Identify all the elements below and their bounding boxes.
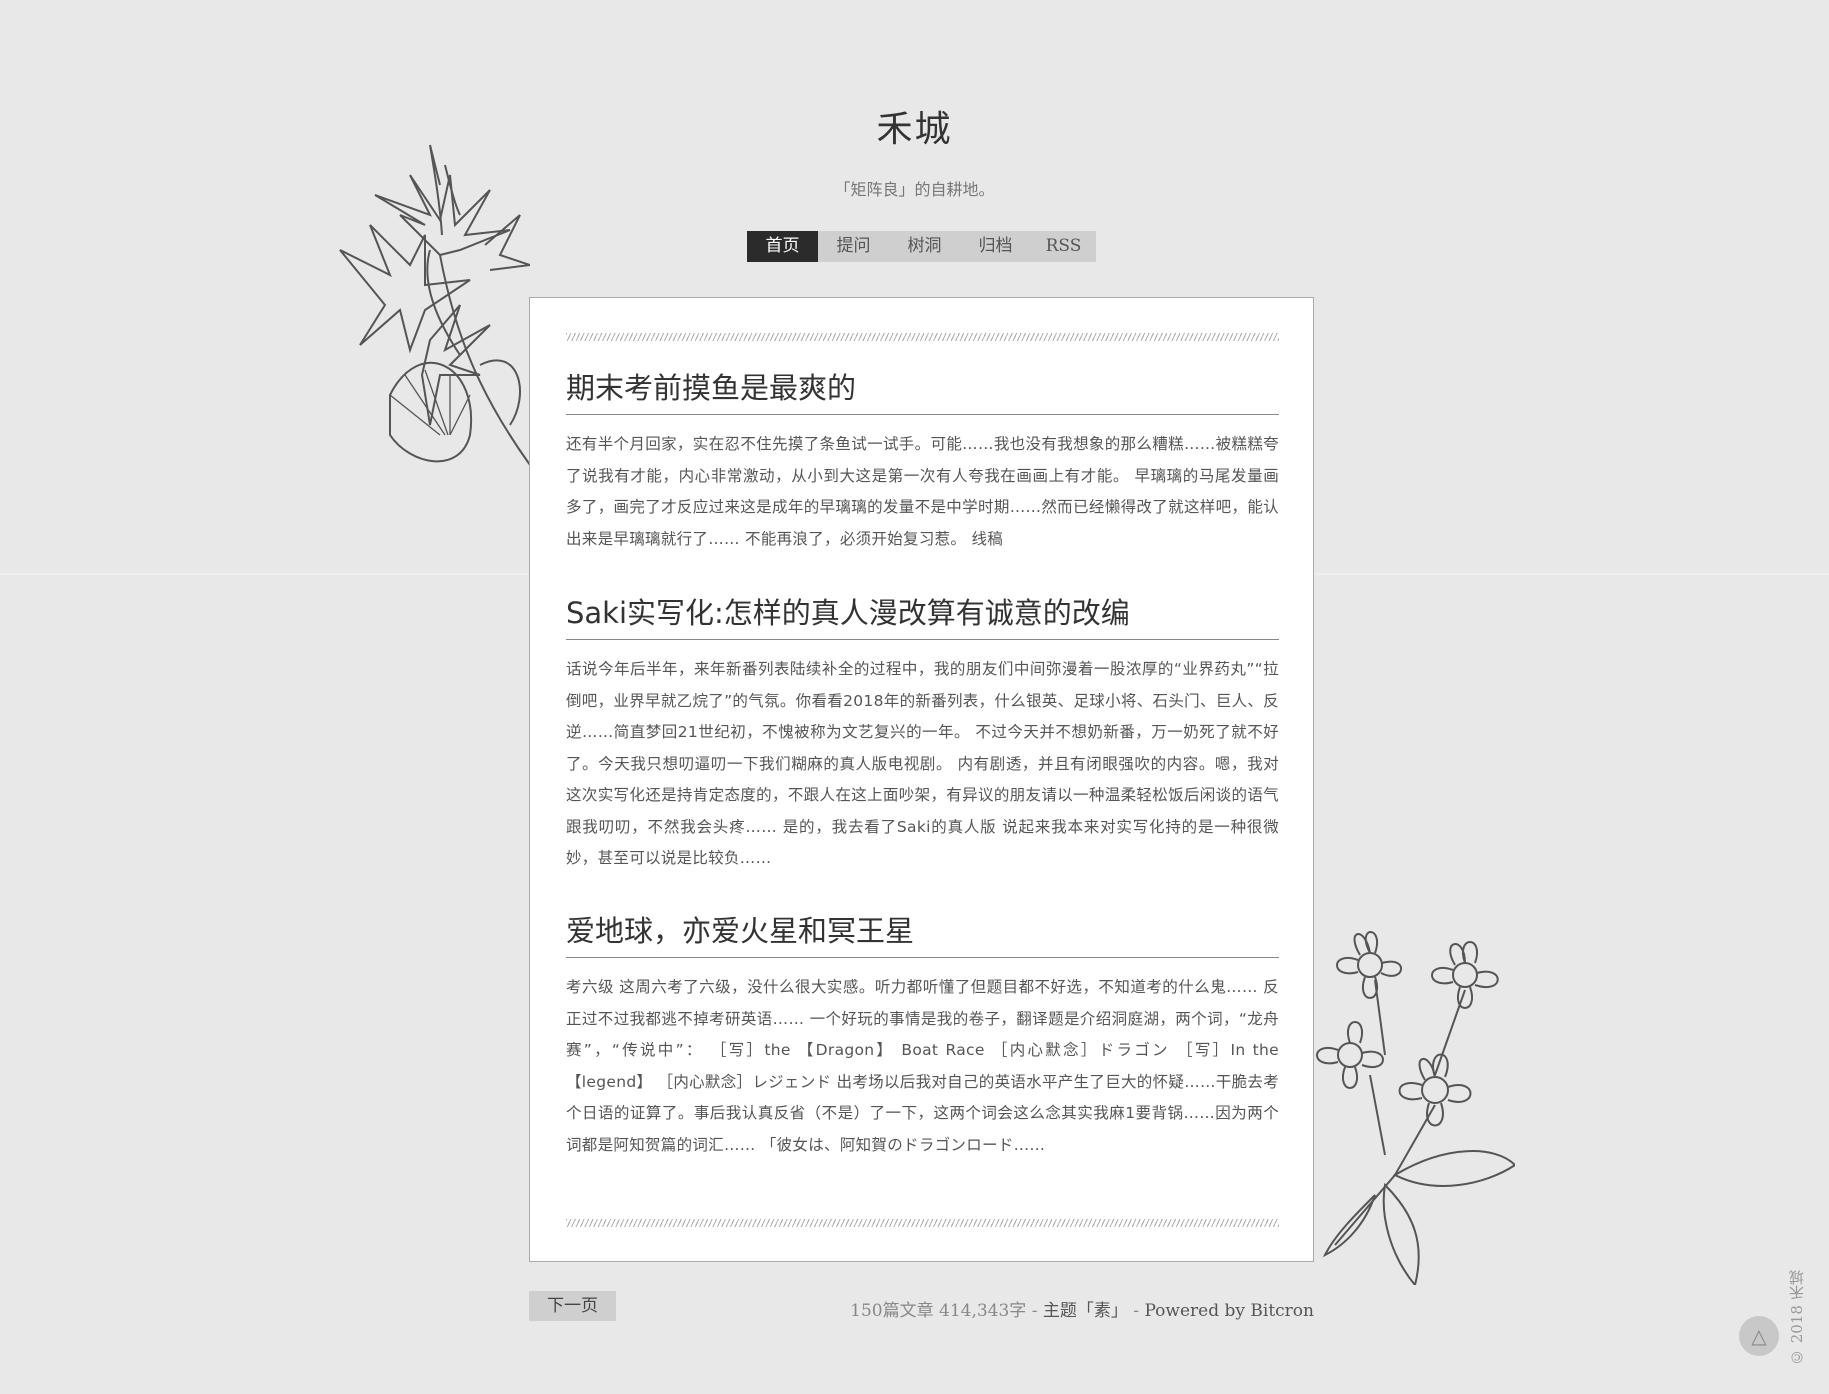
nav-item-rss[interactable]: RSS [1031,231,1096,262]
post-list-card: 期末考前摸鱼是最爽的 还有半个月回家，实在忍不住先摸了条鱼试一试手。可能……我也… [529,297,1314,1262]
blossom-flower-illustration [1316,931,1515,1285]
copyright: © 2018 禾城 [1788,1270,1806,1366]
post-item: 期末考前摸鱼是最爽的 还有半个月回家，实在忍不住先摸了条鱼试一试手。可能……我也… [566,368,1279,555]
footer: 150篇文章 414,343字 - 主题「素」 - Powered by Bit… [850,1296,1314,1321]
post-title[interactable]: 爱地球，亦爱火星和冥王星 [566,911,1279,958]
footer-separator: - [1127,1301,1145,1321]
footer-stats: 150篇文章 414,343字 [850,1301,1027,1321]
nav-item-treehole[interactable]: 树洞 [889,231,960,262]
nav-item-home[interactable]: 首页 [747,231,818,262]
main-nav: 首页 提问 树洞 归档 RSS [747,231,1096,262]
post-title[interactable]: 期末考前摸鱼是最爽的 [566,368,1279,415]
post-excerpt: 考六级 这周六考了六级，没什么很大实感。听力都听懂了但题目都不好选，不知道考的什… [566,978,1279,1154]
nav-item-ask[interactable]: 提问 [818,231,889,262]
bottom-divider [566,1219,1279,1227]
footer-separator: - [1026,1301,1043,1321]
nav-item-archive[interactable]: 归档 [960,231,1031,262]
powered-by-link[interactable]: Powered by Bitcron [1144,1301,1314,1321]
triangle-up-icon: △ [1751,1324,1767,1348]
site-description: 「矩阵良」的自耕地。 [834,180,995,199]
top-divider [566,333,1279,341]
post-item: 爱地球，亦爱火星和冥王星 考六级 这周六考了六级，没什么很大实感。听力都听懂了但… [566,911,1279,1161]
back-to-top-button[interactable]: △ [1739,1316,1779,1356]
post-title[interactable]: Saki实写化:怎样的真人漫改算有诚意的改编 [566,593,1279,640]
theme-link[interactable]: 主题「素」 [1043,1301,1128,1321]
site-title[interactable]: 禾城 [0,100,1829,152]
post-excerpt: 话说今年后半年，来年新番列表陆续补全的过程中，我的朋友们中间弥漫着一股浓厚的“业… [566,660,1279,867]
next-page-button[interactable]: 下一页 [529,1291,616,1321]
post-item: Saki实写化:怎样的真人漫改算有诚意的改编 话说今年后半年，来年新番列表陆续补… [566,593,1279,875]
post-excerpt: 还有半个月回家，实在忍不住先摸了条鱼试一试手。可能……我也没有我想象的那么糟糕…… [566,435,1279,548]
